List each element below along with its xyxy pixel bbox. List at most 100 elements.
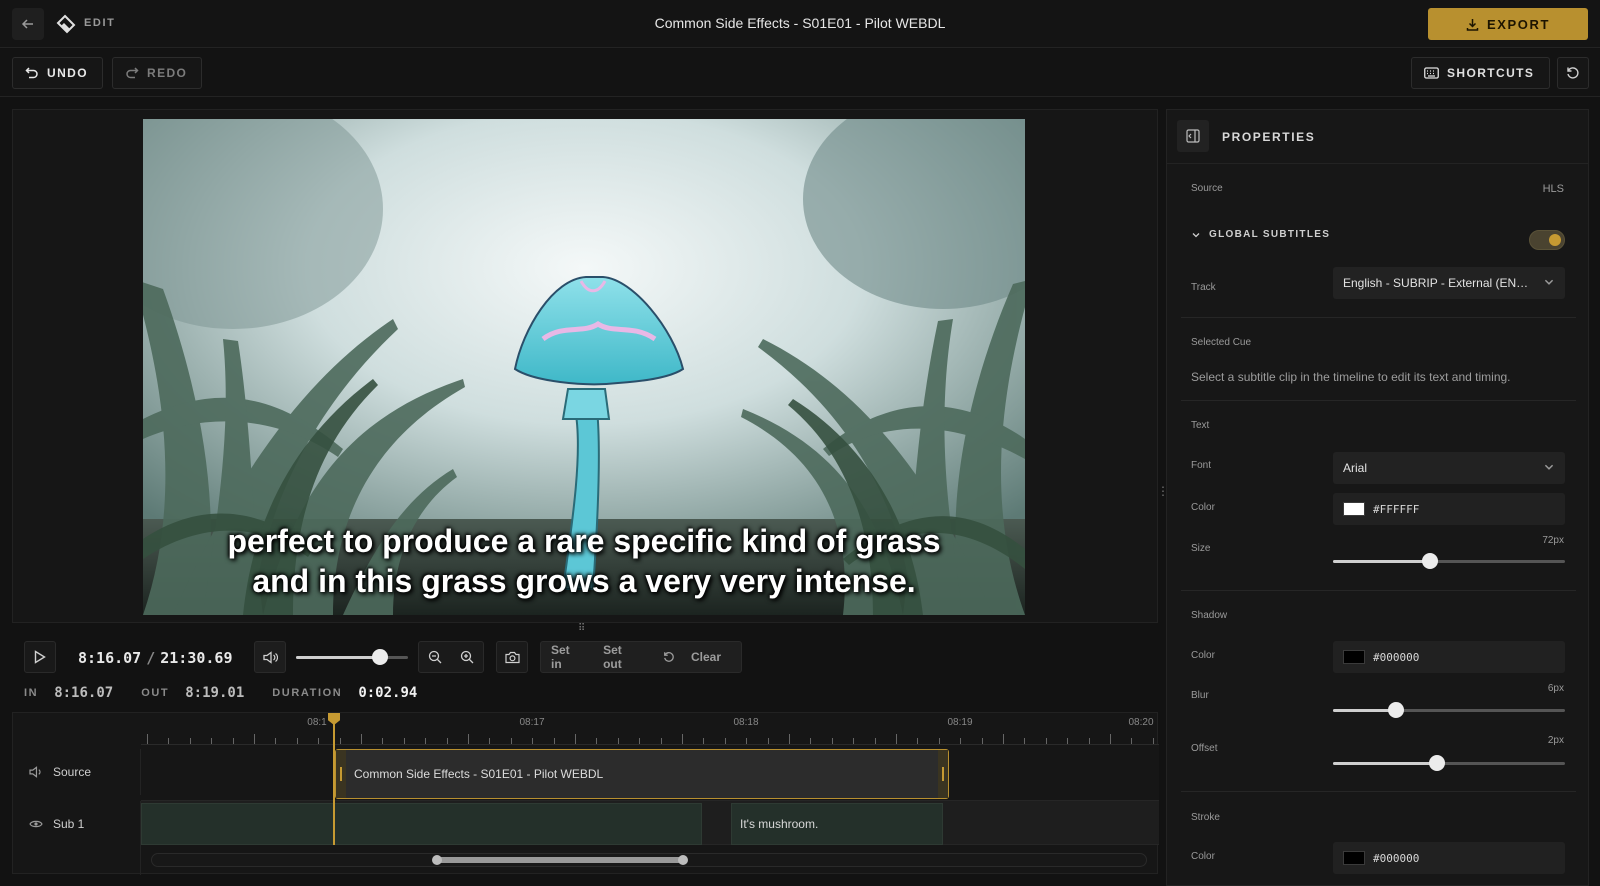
offset-value: 2px [1547,735,1564,746]
out-value: 8:19.01 [185,685,245,701]
ruler-label: 08:17 [519,717,545,728]
current-time: 8:16.07 [78,649,142,667]
total-time: 21:30.69 [160,649,233,667]
ruler-tick [147,734,148,744]
set-out-button[interactable]: Set out [593,643,653,671]
shortcuts-button[interactable]: SHORTCUTS [1411,57,1550,89]
subtitle-line-1: perfect to produce a rare specific kind … [227,523,941,559]
text-color-field[interactable]: #FFFFFF [1333,493,1565,525]
camera-icon [504,651,520,663]
ruler-label: 08:20 [1128,717,1154,728]
volume-button[interactable] [254,641,286,673]
stroke-color-field[interactable]: #000000 [1333,842,1565,874]
subtitle-track-select[interactable]: English - SUBRIP - External (EN… [1333,267,1565,299]
ruler-tick [703,738,705,744]
track-label-source: Source [13,749,141,795]
duration-label: DURATION [272,687,343,699]
ruler-tick [938,738,940,744]
shadow-color-value: #000000 [1373,650,1420,664]
ruler-tick [1024,738,1026,744]
shadow-color-field[interactable]: #000000 [1333,641,1565,673]
time-separator: / [146,649,156,667]
clip-trim-handle-right[interactable] [938,750,948,798]
source-clip[interactable]: Common Side Effects - S01E01 - Pilot WEB… [335,749,949,799]
ruler-tick [318,738,320,744]
ruler-tick [532,738,534,744]
slider-fill [1333,762,1438,765]
volume-knob[interactable] [372,649,388,665]
ruler-tick [168,738,170,744]
chevron-down-icon [1544,464,1554,470]
global-subtitles-toggle-header[interactable]: GLOBAL SUBTITLES [1191,229,1330,240]
shadow-color-label: Color [1191,650,1215,661]
edit-mode-label: EDIT [84,17,116,29]
back-button[interactable] [12,8,44,40]
export-button[interactable]: EXPORT [1428,8,1588,40]
redo-icon [126,67,139,79]
offset-slider[interactable] [1333,755,1565,771]
color-swatch[interactable] [1343,502,1365,516]
color-swatch[interactable] [1343,851,1365,865]
zoom-in-button[interactable] [451,642,483,672]
redo-label: REDO [147,66,188,80]
toggle-panel-button[interactable] [1177,120,1209,152]
text-section-label: Text [1191,420,1210,431]
clear-button[interactable]: Clear [653,650,741,664]
snapshot-button[interactable] [496,641,528,673]
ruler-tick [468,734,469,744]
size-label: Size [1191,543,1211,554]
reset-button[interactable] [1557,57,1589,89]
keyboard-icon [1424,67,1439,79]
subtitle-line-2: and in this grass grows a very very inte… [252,563,916,599]
zoom-out-button[interactable] [419,642,451,672]
playback-controls: 8:16.07/21:30.69 Set in Set out Clear IN… [12,633,1158,711]
properties-title: PROPERTIES [1222,130,1316,144]
ruler-tick [275,738,277,744]
volume-slider[interactable] [296,649,408,665]
eraser-logo-icon [56,14,76,34]
offset-label: Offset [1191,743,1218,754]
ruler-tick [853,738,855,744]
redo-button[interactable]: REDO [112,57,202,89]
ruler-tick [639,738,641,744]
playhead[interactable] [333,713,335,845]
rotate-ccw-icon [1567,67,1579,79]
video-frame[interactable]: perfect to produce a rare specific kind … [143,119,1025,615]
scrollbar-thumb[interactable] [432,855,688,865]
page-title: Common Side Effects - S01E01 - Pilot WEB… [654,15,946,31]
slider-knob[interactable] [1422,553,1439,569]
track-select-value: English - SUBRIP - External (EN… [1343,276,1529,290]
selected-cue-hint: Select a subtitle clip in the timeline t… [1191,370,1511,384]
arrow-left-icon [21,19,33,29]
track-label: Track [1191,282,1216,293]
size-slider[interactable] [1333,553,1565,569]
font-select[interactable]: Arial [1333,452,1565,484]
slider-knob[interactable] [1387,702,1404,718]
timeline-ruler[interactable]: 08:1 08:17 08:18 08:19 08:20 [141,713,1159,745]
play-button[interactable] [24,641,56,673]
panel-right-icon [1186,129,1200,143]
volume-fill [296,656,380,659]
subtitle-clip-label: It's mushroom. [740,817,819,831]
ruler-tick [254,734,255,744]
subtitle-clip[interactable]: It's mushroom. [731,803,943,845]
set-in-button[interactable]: Set in [541,643,593,671]
subtitle-clip[interactable] [141,803,702,845]
ruler-tick [1131,738,1133,744]
undo-button[interactable]: UNDO [12,57,103,89]
ruler-tick [960,738,962,744]
slider-fill [1333,709,1396,712]
blur-slider[interactable] [1333,702,1565,718]
slider-knob[interactable] [1429,755,1446,771]
clip-trim-handle-left[interactable] [336,750,346,798]
toolbar: UNDO REDO SHORTCUTS [0,49,1600,97]
global-subtitles-switch[interactable] [1529,230,1565,250]
zoom-group [418,641,484,673]
divider [1181,590,1576,591]
color-swatch[interactable] [1343,650,1365,664]
ruler-tick [1152,738,1154,744]
timeline-scrollbar[interactable] [151,853,1147,867]
ruler-tick [211,738,213,744]
ruler-tick [1088,738,1090,744]
top-bar: EDIT Common Side Effects - S01E01 - Pilo… [0,0,1600,48]
